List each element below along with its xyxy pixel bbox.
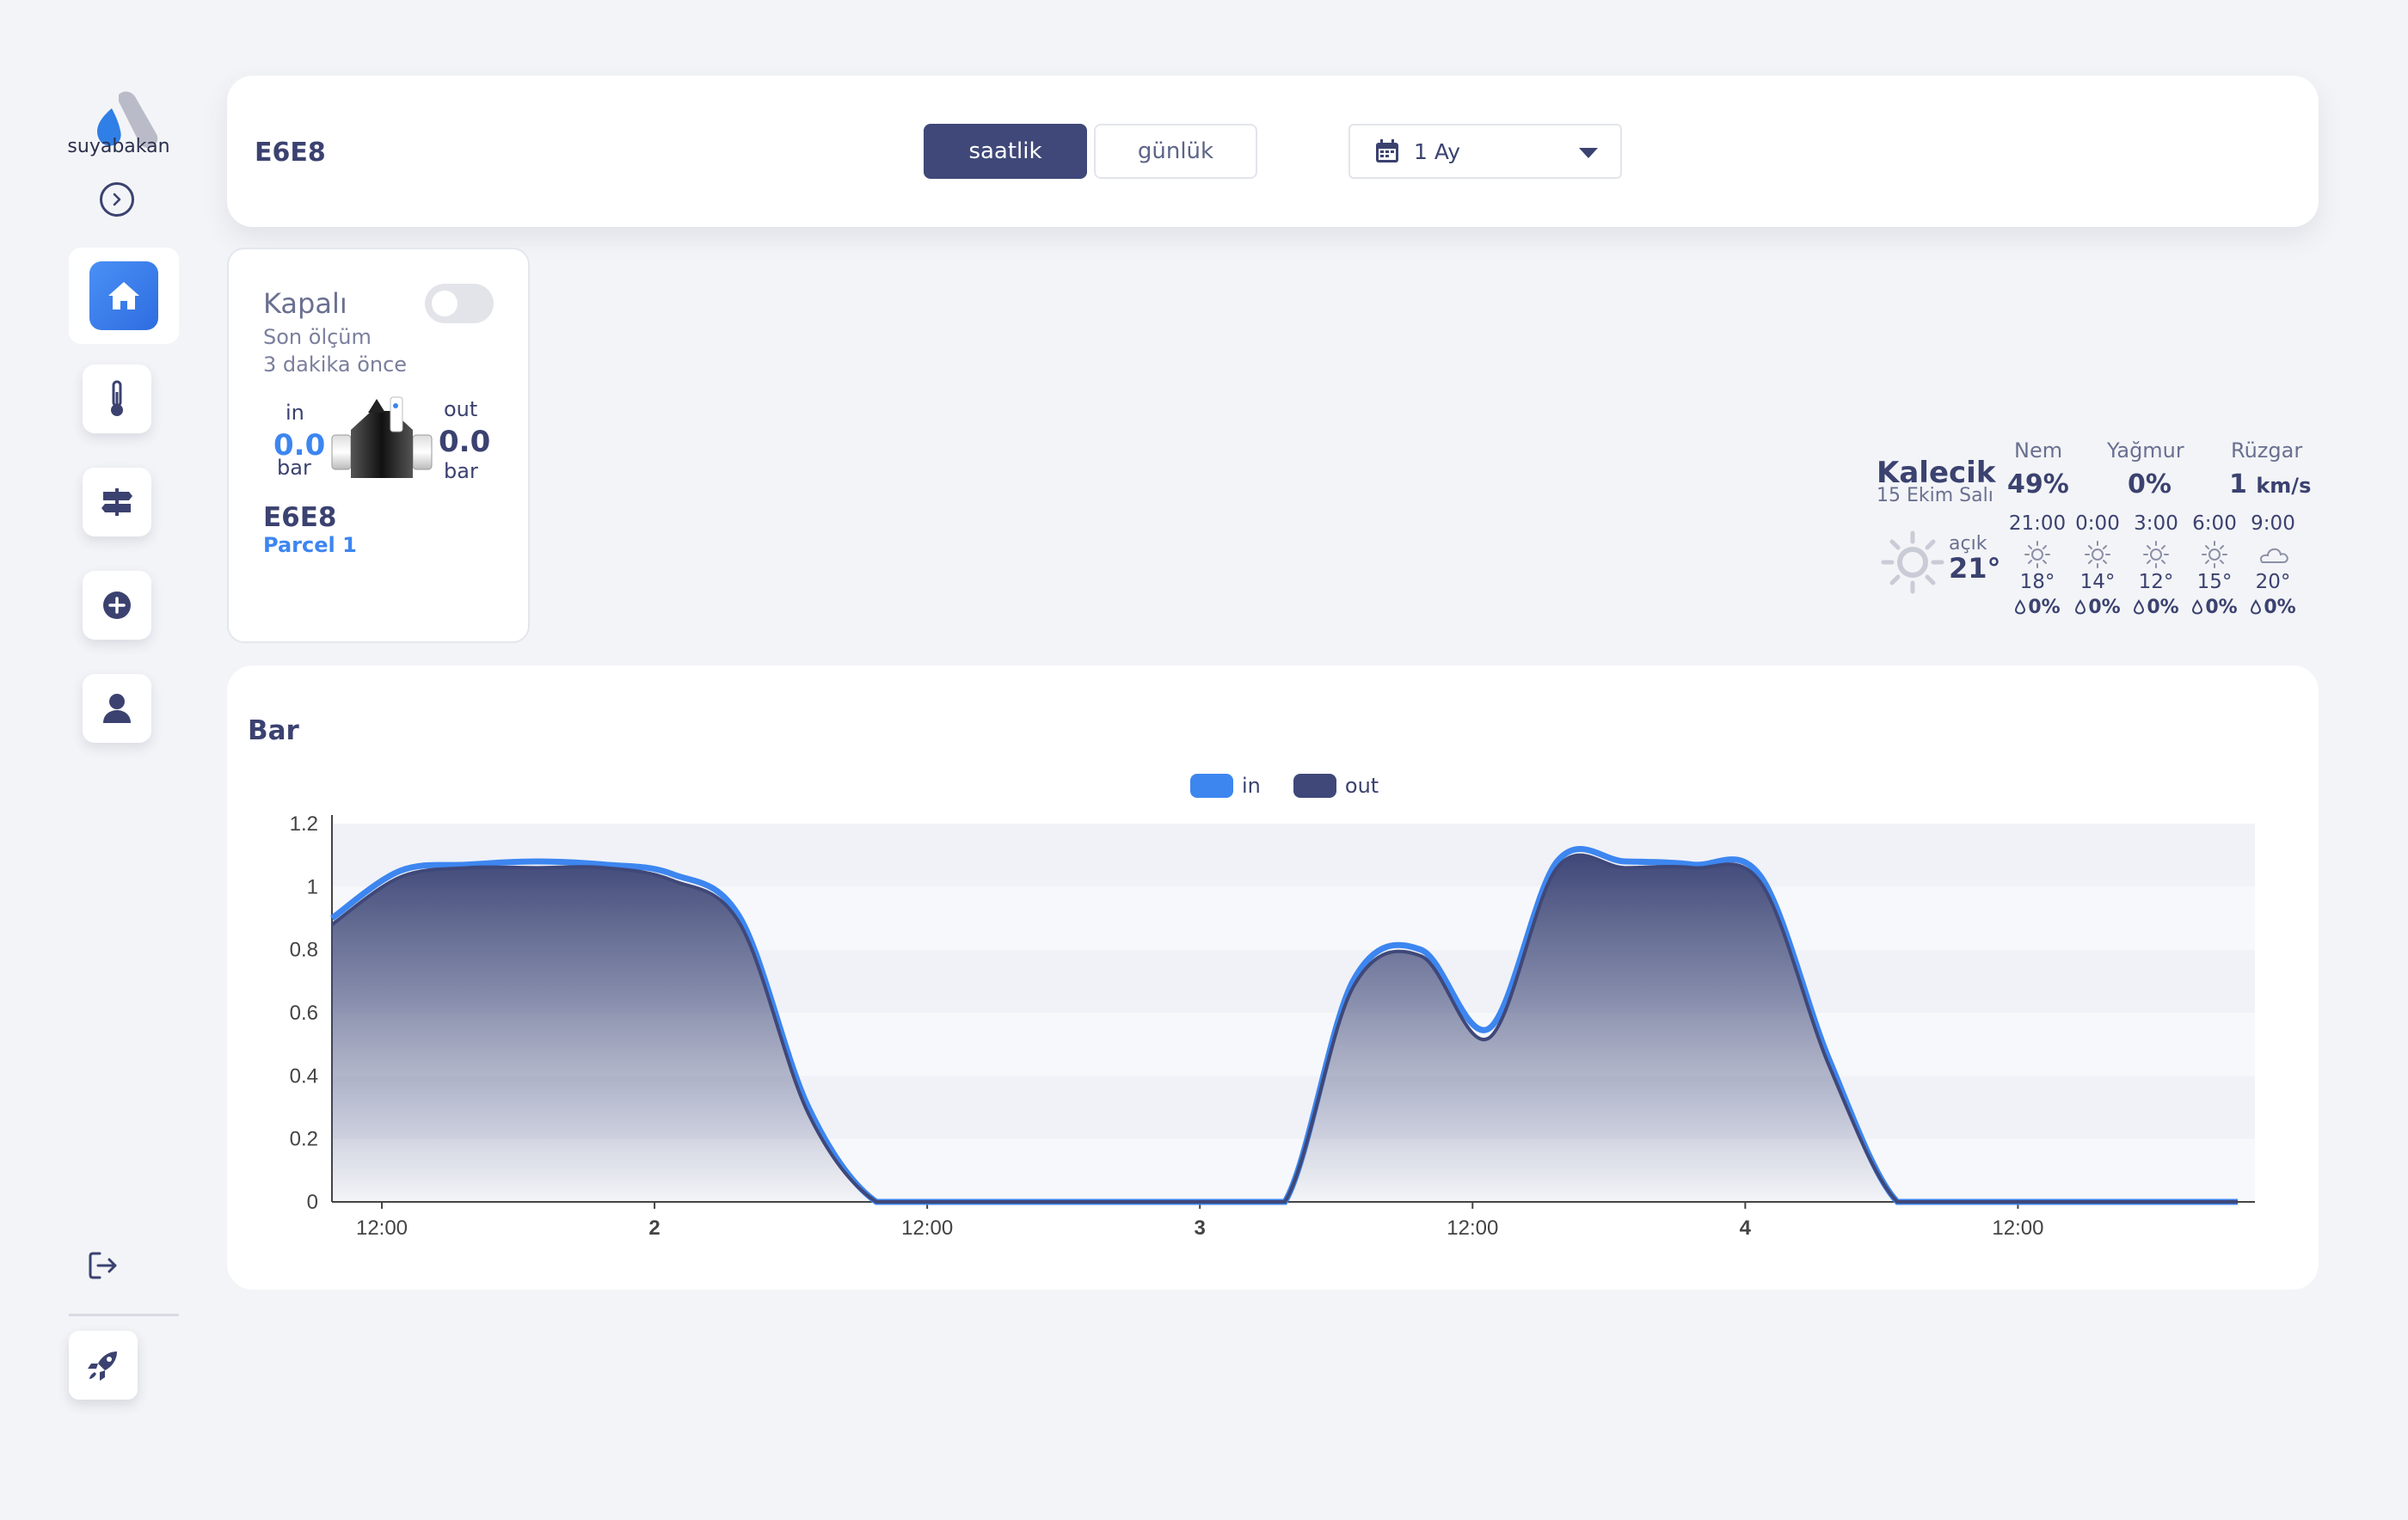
rocket-button[interactable]	[69, 1331, 138, 1400]
page-title: E6E8	[255, 138, 326, 168]
sidebar-item-add[interactable]	[83, 571, 151, 640]
forecast-temp: 12°	[2138, 571, 2174, 593]
forecast-temp: 14°	[2079, 571, 2116, 593]
forecast-time: 9:00	[2251, 512, 2295, 535]
sun-icon	[2143, 541, 2169, 568]
forecast-time: 0:00	[2075, 512, 2120, 535]
sidebar-item-profile[interactable]	[83, 674, 151, 743]
plus-circle-icon	[103, 591, 131, 619]
device-name: E6E8	[263, 502, 337, 533]
valve-toggle[interactable]	[425, 284, 494, 323]
forecast-rain: 0%	[2067, 597, 2128, 618]
raindrop-icon	[2134, 599, 2145, 615]
wind-speed: 1	[2229, 469, 2247, 500]
forecast-rain: 0%	[2126, 597, 2186, 618]
in-unit: bar	[277, 456, 311, 480]
raindrop-icon	[2192, 599, 2203, 615]
y-tick-label: 0	[307, 1191, 318, 1214]
chevron-right-icon	[113, 193, 121, 206]
header-card	[227, 76, 2319, 227]
sidebar-item-signpost[interactable]	[83, 468, 151, 536]
forecast-item: 21:00 18° 0%	[2007, 512, 2067, 618]
y-tick-label: 0.4	[290, 1064, 318, 1088]
valve-status: Kapalı	[263, 287, 347, 320]
tab-hourly[interactable]: saatlik	[924, 124, 1087, 179]
parcel-link[interactable]: Parcel 1	[263, 533, 357, 557]
rain-label: Yağmur	[2107, 438, 2184, 463]
cloud-icon	[2259, 548, 2288, 563]
forecast-time: 3:00	[2134, 512, 2178, 535]
weather-temperature: 21°	[1949, 552, 2001, 585]
y-tick-label: 0.8	[290, 939, 318, 962]
rocket-icon	[88, 1351, 117, 1381]
raindrop-icon	[2015, 599, 2026, 615]
date-range-value: 1 Ay	[1414, 138, 1461, 164]
home-icon	[108, 282, 139, 310]
wind-value: 1 km/s	[2229, 469, 2311, 500]
forecast-rain: 0%	[2243, 597, 2303, 618]
x-tick-label: 4	[1740, 1217, 1752, 1238]
out-unit: bar	[444, 459, 478, 483]
wind-label: Rüzgar	[2231, 438, 2303, 463]
x-tick-label: 2	[648, 1217, 660, 1238]
sidebar-item-temperature[interactable]	[83, 365, 151, 433]
rain-value: 0%	[2128, 469, 2172, 500]
forecast-time: 21:00	[2008, 512, 2067, 535]
y-tick-label: 0.2	[290, 1128, 318, 1151]
calendar-icon	[1376, 139, 1398, 162]
pressure-chart: 0 0.2 0.4 0.6 0.8 1 1.2 12:00 2 12:00 3 12:00 4 12:00	[290, 812, 2255, 1238]
x-tick-label: 12:00	[1992, 1217, 2043, 1238]
forecast-item: 9:00 20° 0%	[2243, 512, 2303, 618]
expand-sidebar-button[interactable]	[100, 182, 134, 217]
forecast-rain: 0%	[2184, 597, 2245, 618]
x-tick-label: 12:00	[901, 1217, 953, 1238]
date-range-select[interactable]: 1 Ay	[1348, 124, 1622, 179]
chevron-down-icon	[1579, 148, 1598, 158]
forecast-rain: 0%	[2007, 597, 2067, 618]
chart-title: Bar	[248, 715, 299, 746]
humidity-value: 49%	[2007, 469, 2069, 500]
y-tick-label: 1.2	[290, 812, 318, 836]
user-icon	[103, 694, 131, 723]
sun-icon	[1881, 530, 1944, 594]
y-tick-label: 1	[307, 875, 318, 898]
sun-icon	[2202, 541, 2227, 568]
raindrop-icon	[2075, 599, 2086, 615]
forecast-temp: 20°	[2255, 571, 2291, 593]
sun-icon	[2024, 541, 2050, 568]
wind-unit: km/s	[2256, 474, 2312, 498]
forecast-item: 6:00 15° 0%	[2184, 512, 2245, 618]
tab-daily[interactable]: günlük	[1094, 124, 1257, 179]
brand-name: suyabakan	[67, 136, 170, 157]
raindrop-icon	[2251, 599, 2262, 615]
humidity-label: Nem	[2014, 438, 2063, 463]
forecast-temp: 15°	[2196, 571, 2233, 593]
sidebar-divider	[69, 1314, 179, 1316]
last-measure-ago: 3 dakika önce	[263, 352, 408, 377]
forecast-item: 0:00 14° 0%	[2067, 512, 2128, 618]
out-label: out	[444, 397, 478, 421]
sidebar-item-home[interactable]	[69, 248, 179, 344]
logout-icon[interactable]	[86, 1248, 120, 1283]
thermometer-icon	[111, 380, 123, 416]
in-label: in	[286, 401, 304, 425]
signpost-icon	[101, 488, 132, 516]
forecast-time: 6:00	[2192, 512, 2237, 535]
sun-icon	[2085, 541, 2110, 568]
last-measure-label: Son ölçüm	[263, 325, 372, 349]
forecast-temp: 18°	[2019, 571, 2055, 593]
x-tick-label: 12:00	[356, 1217, 408, 1238]
weather-date: 15 Ekim Salı	[1877, 485, 1993, 506]
out-pressure-value: 0.0	[439, 425, 491, 459]
x-tick-label: 3	[1195, 1217, 1206, 1238]
forecast-item: 3:00 12° 0%	[2126, 512, 2186, 618]
x-tick-label: 12:00	[1447, 1217, 1498, 1238]
valve-icon	[331, 396, 433, 478]
y-tick-label: 0.6	[290, 1002, 318, 1025]
